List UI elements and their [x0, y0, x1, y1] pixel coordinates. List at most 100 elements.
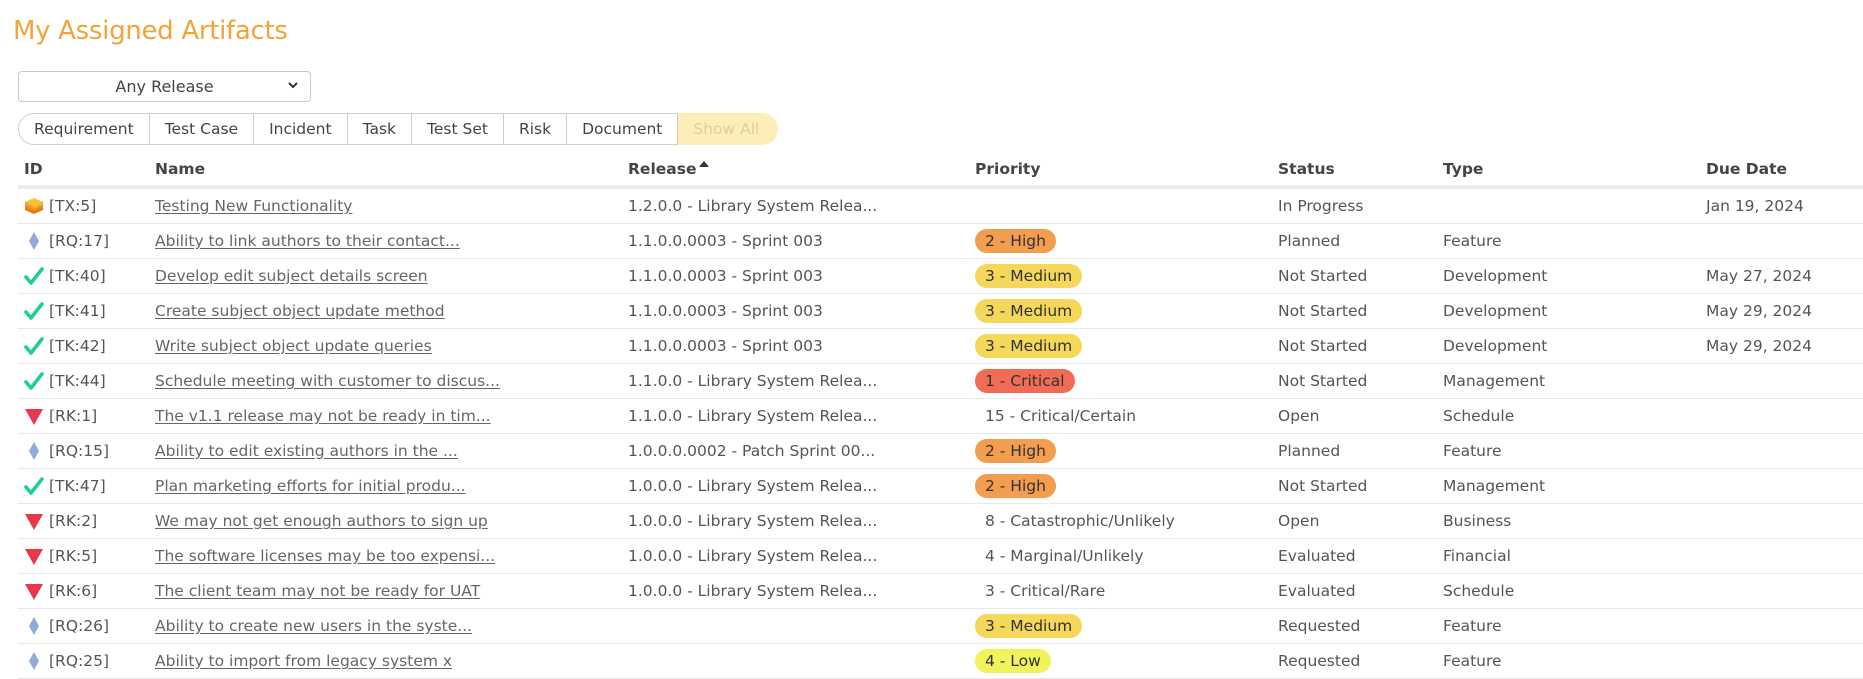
cell-id: [RK:2]	[18, 503, 149, 539]
cell-priority	[969, 187, 1272, 224]
artifact-id: [TK:44]	[49, 372, 106, 390]
filter-button-test-case[interactable]: Test Case	[149, 113, 255, 145]
artifact-id: [RQ:26]	[49, 617, 110, 635]
column-header-due-date[interactable]: Due Date	[1700, 153, 1863, 189]
artifact-id: [RQ:15]	[49, 442, 110, 460]
artifact-name-link[interactable]: Ability to import from legacy system x	[155, 652, 452, 670]
artifact-name-link[interactable]: Ability to edit existing authors in the …	[155, 442, 458, 460]
cell-type: Management	[1437, 363, 1700, 399]
column-header-release[interactable]: Release	[622, 153, 969, 189]
artifact-id: [TK:40]	[49, 267, 106, 285]
artifact-id: [RK:2]	[49, 512, 98, 530]
table-row: [RQ:26] Ability to create new users in t…	[18, 608, 1863, 644]
table-row: [TK:40] Develop edit subject details scr…	[18, 258, 1863, 294]
cell-release: 1.1.0.0 - Library System Relea...	[622, 363, 969, 399]
cell-due-date	[1700, 573, 1863, 609]
column-header-priority[interactable]: Priority	[969, 153, 1272, 189]
artifact-name-link[interactable]: Create subject object update method	[155, 302, 445, 320]
artifact-name-link[interactable]: Plan marketing efforts for initial produ…	[155, 477, 466, 495]
artifact-name-link[interactable]: Ability to link authors to their contact…	[155, 232, 460, 250]
table-row: [RK:2] We may not get enough authors to …	[18, 503, 1863, 539]
table-row: [RQ:15] Ability to edit existing authors…	[18, 433, 1863, 469]
cell-id: [RQ:17]	[18, 223, 149, 259]
cell-priority: 15 - Critical/Certain	[969, 398, 1272, 434]
artifact-name-link[interactable]: Schedule meeting with customer to discus…	[155, 372, 500, 390]
cell-due-date	[1700, 433, 1863, 469]
cell-release: 1.0.0.0 - Library System Relea...	[622, 503, 969, 539]
artifact-name-link[interactable]: The client team may not be ready for UAT	[155, 582, 480, 600]
test-set-icon	[24, 196, 44, 216]
table-row: [RQ:25] Ability to import from legacy sy…	[18, 643, 1863, 679]
filter-button-requirement[interactable]: Requirement	[18, 113, 150, 145]
page-title: My Assigned Artifacts	[13, 16, 288, 46]
task-icon	[24, 371, 44, 391]
cell-type: Feature	[1437, 433, 1700, 469]
priority-value: 8 - Catastrophic/Unlikely	[985, 512, 1175, 530]
cell-due-date	[1700, 398, 1863, 434]
cell-type: Financial	[1437, 538, 1700, 574]
my-assigned-artifacts-widget: My Assigned Artifacts Any Release Requir…	[0, 0, 1863, 679]
artifact-name-link[interactable]: The v1.1 release may not be ready in tim…	[155, 407, 491, 425]
priority-badge: 3 - Medium	[975, 299, 1083, 323]
column-header-status[interactable]: Status	[1272, 153, 1437, 189]
cell-status: Not Started	[1272, 293, 1437, 329]
cell-id: [TK:44]	[18, 363, 149, 399]
table-row: [RK:5] The software licenses may be too …	[18, 538, 1863, 574]
cell-status: Open	[1272, 503, 1437, 539]
cell-priority: 2 - High	[969, 223, 1272, 259]
requirement-icon	[24, 616, 44, 636]
cell-priority: 3 - Medium	[969, 608, 1272, 644]
cell-priority: 2 - High	[969, 468, 1272, 504]
cell-due-date: May 29, 2024	[1700, 328, 1863, 364]
cell-status: Planned	[1272, 223, 1437, 259]
cell-id: [TK:41]	[18, 293, 149, 329]
filter-button-show-all[interactable]: Show All	[678, 113, 779, 145]
filter-button-test-set[interactable]: Test Set	[412, 113, 504, 145]
artifact-name-link[interactable]: The software licenses may be too expensi…	[155, 547, 495, 565]
cell-id: [RQ:25]	[18, 643, 149, 679]
cell-name: Plan marketing efforts for initial produ…	[149, 468, 622, 504]
filter-button-incident[interactable]: Incident	[254, 113, 348, 145]
filter-button-risk[interactable]: Risk	[503, 113, 568, 145]
task-icon	[24, 476, 44, 496]
release-filter-value: Any Release	[115, 77, 214, 96]
table-row: [TK:41] Create subject object update met…	[18, 293, 1863, 329]
cell-status: In Progress	[1272, 187, 1437, 224]
cell-priority: 4 - Marginal/Unlikely	[969, 538, 1272, 574]
cell-type: Schedule	[1437, 398, 1700, 434]
cell-type: Feature	[1437, 223, 1700, 259]
priority-badge: 3 - Medium	[975, 264, 1083, 288]
cell-release: 1.0.0.0 - Library System Relea...	[622, 573, 969, 609]
filter-button-document[interactable]: Document	[567, 113, 679, 145]
column-header-id[interactable]: ID	[18, 153, 149, 189]
cell-release: 1.1.0.0.0003 - Sprint 003	[622, 293, 969, 329]
artifact-name-link[interactable]: We may not get enough authors to sign up	[155, 512, 488, 530]
artifact-name-link[interactable]: Develop edit subject details screen	[155, 267, 428, 285]
cell-name: Ability to link authors to their contact…	[149, 223, 622, 259]
cell-type: Business	[1437, 503, 1700, 539]
cell-due-date	[1700, 608, 1863, 644]
cell-status: Requested	[1272, 608, 1437, 644]
cell-due-date	[1700, 538, 1863, 574]
cell-status: Evaluated	[1272, 573, 1437, 609]
cell-due-date	[1700, 363, 1863, 399]
task-icon	[24, 336, 44, 356]
artifact-name-link[interactable]: Ability to create new users in the syste…	[155, 617, 472, 635]
cell-priority: 3 - Medium	[969, 293, 1272, 329]
artifact-name-link[interactable]: Testing New Functionality	[155, 197, 352, 215]
cell-release: 1.1.0.0.0003 - Sprint 003	[622, 258, 969, 294]
requirement-icon	[24, 441, 44, 461]
cell-name: Write subject object update queries	[149, 328, 622, 364]
artifact-name-link[interactable]: Write subject object update queries	[155, 337, 432, 355]
priority-badge: 2 - High	[975, 439, 1056, 463]
release-filter-select[interactable]: Any Release	[18, 71, 311, 102]
chevron-down-icon	[288, 82, 298, 89]
filter-button-task[interactable]: Task	[347, 113, 413, 145]
cell-status: Not Started	[1272, 363, 1437, 399]
cell-release: 1.0.0.0 - Library System Relea...	[622, 468, 969, 504]
artifact-id: [TK:41]	[49, 302, 106, 320]
artifact-id: [RK:6]	[49, 582, 98, 600]
column-header-name[interactable]: Name	[149, 153, 622, 189]
table-row: [RK:6] The client team may not be ready …	[18, 573, 1863, 609]
column-header-type[interactable]: Type	[1437, 153, 1700, 189]
